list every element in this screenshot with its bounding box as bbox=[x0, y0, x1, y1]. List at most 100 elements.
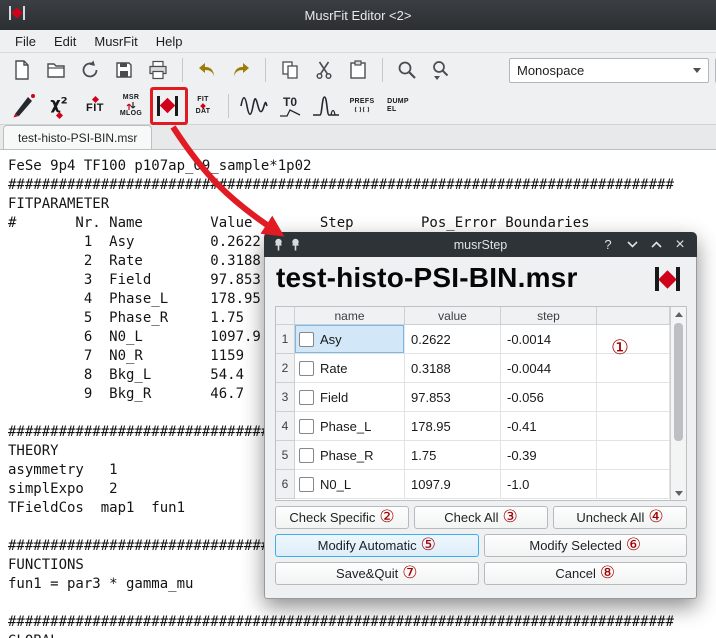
value-cell[interactable]: 0.3188 bbox=[405, 354, 501, 383]
cut-button[interactable] bbox=[308, 55, 340, 85]
save-quit-button[interactable]: Save&Quit ⑦ bbox=[275, 562, 479, 585]
corner-header bbox=[276, 307, 295, 325]
name-cell[interactable]: Asy bbox=[295, 325, 405, 354]
button-row-check: Check Specific ② Check All ③ Uncheck All… bbox=[275, 506, 687, 529]
table-row: 3 Field 97.853 -0.056 bbox=[276, 383, 686, 412]
help-button[interactable]: ? bbox=[599, 236, 617, 254]
param-name: Asy bbox=[320, 332, 342, 347]
scroll-down-icon[interactable] bbox=[671, 486, 686, 500]
musr-t0-button[interactable]: T0 bbox=[273, 89, 307, 123]
check-all-button[interactable]: Check All ③ bbox=[414, 506, 548, 529]
window-title: MusrFit Editor <2> bbox=[305, 8, 412, 23]
open-file-button[interactable] bbox=[40, 55, 72, 85]
close-button[interactable]: × bbox=[671, 236, 689, 254]
find-button[interactable] bbox=[391, 55, 423, 85]
red-diamond-icon bbox=[55, 111, 62, 118]
value-cell[interactable]: 178.95 bbox=[405, 412, 501, 441]
main-toolbar: Monospace 12 bbox=[0, 53, 716, 87]
column-header-name[interactable]: name bbox=[295, 307, 405, 325]
annotation-7: ⑦ bbox=[402, 565, 417, 582]
pin-icon[interactable] bbox=[289, 238, 302, 252]
step-cell[interactable]: -0.41 bbox=[501, 412, 597, 441]
step-cell[interactable]: -0.0044 bbox=[501, 354, 597, 383]
find-next-button[interactable] bbox=[425, 55, 457, 85]
toolbar-separator bbox=[382, 58, 383, 82]
param-checkbox[interactable] bbox=[299, 332, 314, 347]
value-cell[interactable]: 97.853 bbox=[405, 383, 501, 412]
modify-automatic-button[interactable]: Modify Automatic ⑤ bbox=[275, 534, 479, 557]
musrfit-run-button[interactable]: FIT bbox=[78, 89, 112, 123]
calc-chisq-button[interactable]: χ² bbox=[42, 89, 76, 123]
column-header-value[interactable]: value bbox=[405, 307, 501, 325]
musr-prefs-button[interactable]: PREFS bbox=[345, 89, 379, 123]
table-row: 6 N0_L 1097.9 -1.0 bbox=[276, 470, 686, 499]
button-row-exit: Save&Quit ⑦ Cancel ⑧ bbox=[275, 562, 687, 585]
name-cell[interactable]: Phase_R bbox=[295, 441, 405, 470]
uncheck-all-button[interactable]: Uncheck All ④ bbox=[553, 506, 687, 529]
font-family-select[interactable]: Monospace bbox=[509, 58, 709, 83]
row-number: 6 bbox=[276, 470, 295, 499]
param-checkbox[interactable] bbox=[299, 477, 314, 492]
pin-icon[interactable] bbox=[272, 238, 285, 252]
musr-fft-button[interactable] bbox=[309, 89, 343, 123]
menu-help[interactable]: Help bbox=[147, 32, 192, 51]
toolbar-separator bbox=[182, 58, 183, 82]
save-button[interactable] bbox=[108, 55, 140, 85]
param-checkbox[interactable] bbox=[299, 448, 314, 463]
step-cell[interactable]: -1.0 bbox=[501, 470, 597, 499]
chevron-up-icon bbox=[651, 241, 662, 248]
shade-button[interactable] bbox=[623, 236, 641, 254]
table-row: 5 Phase_R 1.75 -0.39 bbox=[276, 441, 686, 470]
prefs-icon-label: PREFS bbox=[350, 98, 375, 106]
name-cell[interactable]: Rate bbox=[295, 354, 405, 383]
name-cell[interactable]: Phase_L bbox=[295, 412, 405, 441]
scrollbar-thumb[interactable] bbox=[674, 323, 683, 441]
param-checkbox[interactable] bbox=[299, 361, 314, 376]
name-cell[interactable]: N0_L bbox=[295, 470, 405, 499]
modify-automatic-label: Modify Automatic bbox=[318, 538, 417, 553]
param-checkbox[interactable] bbox=[299, 390, 314, 405]
titlebar[interactable]: MusrFit Editor <2> bbox=[0, 0, 716, 30]
musr-wiz-button[interactable] bbox=[6, 89, 40, 123]
table-scrollbar[interactable] bbox=[670, 307, 686, 500]
save-quit-label: Save&Quit bbox=[336, 566, 398, 581]
cancel-button[interactable]: Cancel ⑧ bbox=[484, 562, 688, 585]
paste-button[interactable] bbox=[342, 55, 374, 85]
copy-button[interactable] bbox=[274, 55, 306, 85]
check-specific-button[interactable]: Check Specific ② bbox=[275, 506, 409, 529]
swap-msr-mlog-button[interactable]: MSR MLOG bbox=[114, 89, 148, 123]
new-file-button[interactable] bbox=[6, 55, 38, 85]
scroll-up-icon[interactable] bbox=[671, 307, 686, 321]
modify-selected-button[interactable]: Modify Selected ⑥ bbox=[484, 534, 688, 557]
annotation-8: ⑧ bbox=[600, 565, 615, 582]
name-cell[interactable]: Field bbox=[295, 383, 405, 412]
reload-button[interactable] bbox=[74, 55, 106, 85]
menu-edit[interactable]: Edit bbox=[45, 32, 85, 51]
print-button[interactable] bbox=[142, 55, 174, 85]
menu-file[interactable]: File bbox=[6, 32, 45, 51]
tab-msr-file[interactable]: test-histo-PSI-BIN.msr bbox=[3, 125, 152, 149]
musr-dump-button[interactable]: DUMP EL bbox=[381, 89, 415, 123]
redo-button[interactable] bbox=[225, 55, 257, 85]
dialog-heading: test-histo-PSI-BIN.msr bbox=[276, 262, 578, 294]
step-cell[interactable]: -0.0014 bbox=[501, 325, 597, 354]
param-checkbox[interactable] bbox=[299, 419, 314, 434]
reload-icon bbox=[79, 59, 101, 81]
value-cell[interactable]: 1.75 bbox=[405, 441, 501, 470]
dialog-titlebar[interactable]: musrStep ? × bbox=[264, 232, 697, 257]
dump-sub-label: EL bbox=[387, 106, 397, 114]
musrstep-dialog: musrStep ? × test-histo-PSI-BIN.msr bbox=[264, 232, 697, 599]
unshade-button[interactable] bbox=[647, 236, 665, 254]
step-cell[interactable]: -0.056 bbox=[501, 383, 597, 412]
step-cell[interactable]: -0.39 bbox=[501, 441, 597, 470]
wave-icon bbox=[239, 93, 269, 119]
column-header-step[interactable]: step bbox=[501, 307, 597, 325]
annotation-4: ④ bbox=[648, 509, 663, 526]
value-cell[interactable]: 1097.9 bbox=[405, 470, 501, 499]
value-cell[interactable]: 0.2622 bbox=[405, 325, 501, 354]
musr-ft-button[interactable]: FIT DAT bbox=[186, 89, 220, 123]
menu-musrfit[interactable]: MusrFit bbox=[85, 32, 146, 51]
musr-view-button[interactable] bbox=[237, 89, 271, 123]
undo-button[interactable] bbox=[191, 55, 223, 85]
cancel-label: Cancel bbox=[555, 566, 595, 581]
